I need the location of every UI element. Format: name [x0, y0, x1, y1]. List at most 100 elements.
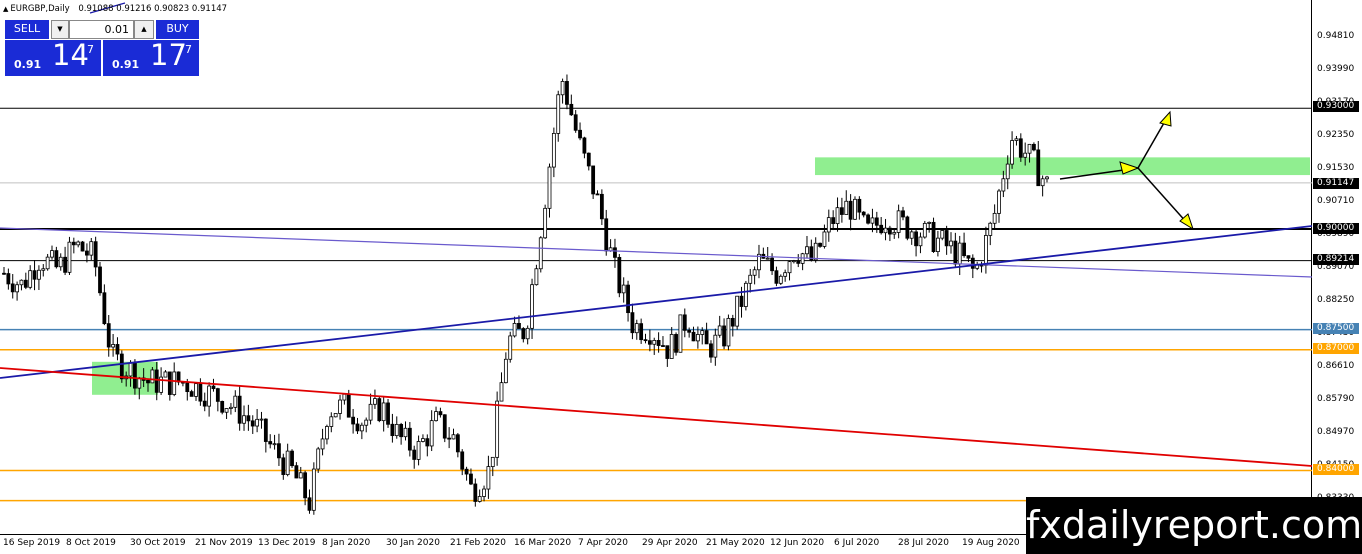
- candle-body: [517, 322, 521, 329]
- price-axis[interactable]: 0.94810 0.93990 0.93170 0.92350 0.91530 …: [1313, 0, 1362, 535]
- candle-body: [434, 411, 438, 422]
- candle-body: [853, 198, 857, 220]
- price-chart[interactable]: [0, 0, 1312, 535]
- candle-body: [351, 416, 356, 425]
- candle-body: [58, 256, 63, 268]
- candle-body: [656, 340, 661, 346]
- candle-body: [639, 323, 644, 341]
- candle-body: [246, 415, 251, 422]
- level-label-0870: 0.87000: [1313, 343, 1359, 354]
- candle-body: [543, 207, 548, 239]
- candle-body: [957, 242, 962, 265]
- sell-price-prefix: 0.91: [14, 58, 42, 71]
- candle-body: [242, 415, 246, 424]
- candle-body: [927, 221, 932, 224]
- candle-body: [805, 246, 809, 255]
- chart-area[interactable]: ▲ EURGBP,Daily 0.91088 0.91216 0.90823 0.…: [0, 0, 1312, 535]
- candle-body: [866, 214, 870, 224]
- candle-body: [770, 257, 774, 272]
- candle-body: [421, 438, 425, 442]
- candle-body: [752, 269, 757, 276]
- candle-body: [556, 94, 561, 134]
- candle-body: [1005, 163, 1010, 180]
- candle-body: [37, 269, 41, 280]
- candle-body: [665, 345, 670, 359]
- candle-body: [857, 198, 862, 213]
- candle-body: [1036, 149, 1041, 187]
- sell-price-box[interactable]: 0.91 14 7: [5, 38, 101, 76]
- candle-body: [565, 81, 569, 105]
- candle-body: [277, 443, 281, 459]
- candle-body: [495, 400, 500, 458]
- lot-decrease-button[interactable]: ▼: [51, 20, 69, 39]
- candle-body: [316, 448, 321, 470]
- buy-price-box[interactable]: 0.91 17 7: [103, 38, 199, 76]
- candle-body: [582, 137, 587, 154]
- candle-body: [63, 256, 67, 273]
- candle-body: [189, 391, 194, 397]
- candle-body: [778, 275, 783, 284]
- candle-body: [822, 231, 827, 247]
- candle-body: [50, 250, 54, 258]
- candle-body: [447, 437, 452, 440]
- candle-body: [905, 216, 910, 239]
- candle-body: [211, 385, 216, 390]
- candle-body: [368, 403, 373, 421]
- price-tick: 0.88250: [1317, 295, 1355, 305]
- chevron-down-icon: ▼: [57, 25, 63, 33]
- symbol-name: EURGBP,Daily: [10, 4, 70, 14]
- buy-price-prefix: 0.91: [112, 58, 140, 71]
- candle-body: [643, 339, 648, 342]
- price-tick: 0.91530: [1317, 163, 1355, 173]
- candle-body: [861, 211, 866, 216]
- candle-body: [730, 317, 735, 327]
- candle-body: [482, 488, 486, 497]
- candle-body: [1014, 138, 1019, 141]
- candle-body: [263, 418, 268, 442]
- candle-body: [364, 419, 369, 426]
- candle-body: [922, 222, 927, 238]
- level-label-0875: 0.87500: [1313, 323, 1359, 334]
- candle-body: [796, 260, 801, 264]
- candle-body: [19, 279, 24, 286]
- candle-body: [54, 250, 59, 268]
- candle-body: [791, 260, 796, 263]
- candle-body: [669, 334, 674, 359]
- candle-body: [940, 230, 945, 239]
- candle-body: [944, 230, 949, 247]
- candle-body: [931, 221, 936, 253]
- candle-body: [962, 242, 966, 257]
- level-label-0900: 0.90000: [1313, 223, 1359, 234]
- lot-size-input[interactable]: 0.01: [69, 20, 134, 39]
- candle-body: [599, 193, 604, 220]
- candle-body: [595, 193, 600, 196]
- candle-body: [831, 217, 836, 224]
- buy-button[interactable]: BUY: [156, 20, 199, 39]
- candle-body: [89, 241, 94, 256]
- candle-body: [342, 393, 347, 401]
- price-tick: 0.90710: [1317, 196, 1355, 206]
- candle-body: [442, 414, 447, 439]
- projection-arrow-down-line: [1137, 167, 1189, 225]
- candle-body: [93, 241, 98, 268]
- collapse-triangle-icon[interactable]: ▲: [3, 5, 8, 13]
- candle-body: [150, 369, 155, 384]
- price-tick: 0.84970: [1317, 427, 1355, 437]
- candle-body: [416, 441, 421, 460]
- candle-body: [896, 210, 901, 233]
- candle-body: [1018, 138, 1023, 158]
- sell-button[interactable]: SELL: [5, 20, 49, 39]
- candle-body: [237, 395, 242, 424]
- candle-body: [390, 423, 395, 437]
- time-tick: 21 Nov 2019: [195, 538, 253, 548]
- candle-body: [311, 468, 316, 511]
- candle-body: [621, 284, 626, 294]
- candle-body: [469, 473, 473, 485]
- candle-body: [198, 383, 203, 402]
- candle-body: [503, 358, 508, 384]
- candle-body: [521, 328, 526, 340]
- time-tick: 21 May 2020: [706, 538, 765, 548]
- lot-increase-button[interactable]: ▲: [134, 20, 154, 39]
- candle-body: [307, 497, 312, 511]
- candle-body: [534, 268, 539, 286]
